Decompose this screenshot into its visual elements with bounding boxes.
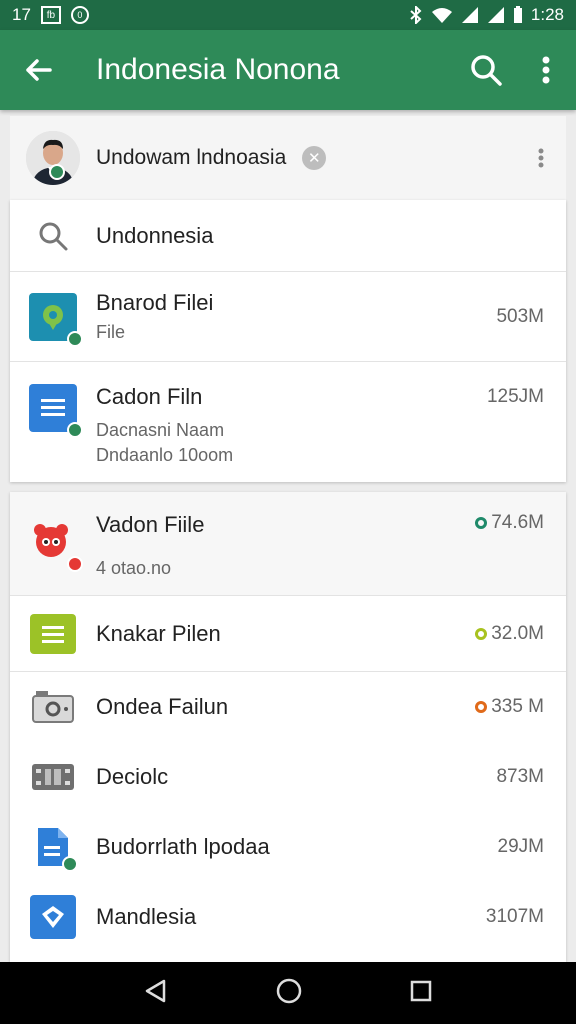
item-size: 3107M [485,906,544,927]
search-query: Undonnesia [96,222,214,248]
list-item[interactable]: Mandlesia 3107M [10,882,566,952]
list-item[interactable]: Deciolc 873M [10,742,566,812]
item-title: Cadon Filn [96,384,203,409]
item-size: 125JM [486,386,544,407]
drive-icon [32,690,74,724]
item-size-wrap: 335 M [475,696,566,718]
item-subtitle: File [96,322,126,342]
status-dot-icon [475,701,488,713]
status-time: 1:28 [530,5,564,24]
battery-icon [513,6,522,23]
item-size: 74.6M [491,512,544,533]
nav-recents-button[interactable] [409,979,433,1008]
status-bar: 17 fb 0 1:28 [0,0,576,30]
arrow-back-icon [26,59,52,81]
search-results-card: Undonnesia Bnarod Filei File 503M Cadon … [10,200,566,482]
item-title: Mandlesia [96,904,197,929]
account-name: Undowam lndnoasia [96,146,287,169]
list-item[interactable]: Vadon Fiile 4 otao.no 74.6M [10,492,566,596]
item-subtitle-2: Dndaanlo 10oom [96,445,234,465]
list-item[interactable]: Budorrlath lpodaa 29JM [10,812,566,882]
triangle-back-icon [145,979,166,1002]
account-row[interactable]: Undowam lndnoasia ✕ [10,116,566,200]
nav-home-button[interactable] [275,977,303,1010]
more-vert-icon [538,148,544,168]
files-card: Vadon Fiile 4 otao.no 74.6M Knakar Pilen… [10,492,566,962]
item-subtitle: 4 otao.no [96,558,172,578]
nav-back-button[interactable] [143,978,169,1009]
account-more-button[interactable] [516,148,566,168]
item-title: Bnarod Filei [96,290,214,315]
more-vert-icon [542,56,550,84]
doc-lines-icon [29,384,83,438]
list-item[interactable]: Bnarod Filei File 503M [10,272,566,362]
avatar-status-badge [49,164,65,180]
wifi-icon [431,8,452,23]
blue-doc-icon [36,826,78,872]
item-size: 29JM [497,836,544,857]
list-item[interactable]: Knakar Pilen 32.0M [10,596,566,672]
search-button[interactable] [456,30,516,110]
notification-box-icon: fb [40,6,61,24]
overflow-menu-button[interactable] [516,30,576,110]
app-bar: Indonesia Nonona [0,30,576,110]
search-field[interactable]: Undonnesia [10,200,566,272]
map-pin-icon [29,292,83,347]
list-item[interactable]: Ondea Failun 335 M [10,672,566,742]
circle-home-icon [276,978,302,1003]
item-size: 503M [496,305,544,327]
notification-circle-icon: 0 [70,6,89,24]
status-number: 17 [12,5,31,24]
system-nav-bar [0,962,576,1024]
item-size-wrap: 32.0M [475,623,566,645]
close-icon: ✕ [308,150,321,167]
back-button[interactable] [0,30,76,110]
clear-account-button[interactable]: ✕ [302,146,327,170]
page-title: Indonesia Nonona [96,53,340,86]
signal-icon-2 [487,7,504,23]
item-title: Ondea Failun [96,694,229,719]
item-title: Budorrlath lpodaa [96,834,270,859]
green-list-icon [30,613,76,654]
item-title: Knakar Pilen [96,620,221,646]
status-dot-icon [475,517,488,529]
item-size: 335 M [491,696,544,717]
search-icon [39,222,68,250]
search-icon [471,55,502,86]
signal-icon [461,7,478,23]
item-title: Deciolc [96,764,169,789]
blue-shield-icon [30,895,76,939]
bluetooth-icon [410,6,422,24]
red-creature-icon [29,518,83,572]
square-recents-icon [410,980,432,1001]
item-size: 873M [496,766,544,787]
item-size: 32.0M [491,622,544,644]
item-subtitle: Dacnasni Naam [96,420,225,440]
status-dot-icon [475,627,488,640]
list-item[interactable]: Cadon Filn Dacnasni Naam Dndaanlo 10oom … [10,362,566,482]
item-title: Vadon Fiile [96,512,205,537]
item-size-wrap: 74.6M [475,512,566,534]
film-icon [31,761,75,793]
